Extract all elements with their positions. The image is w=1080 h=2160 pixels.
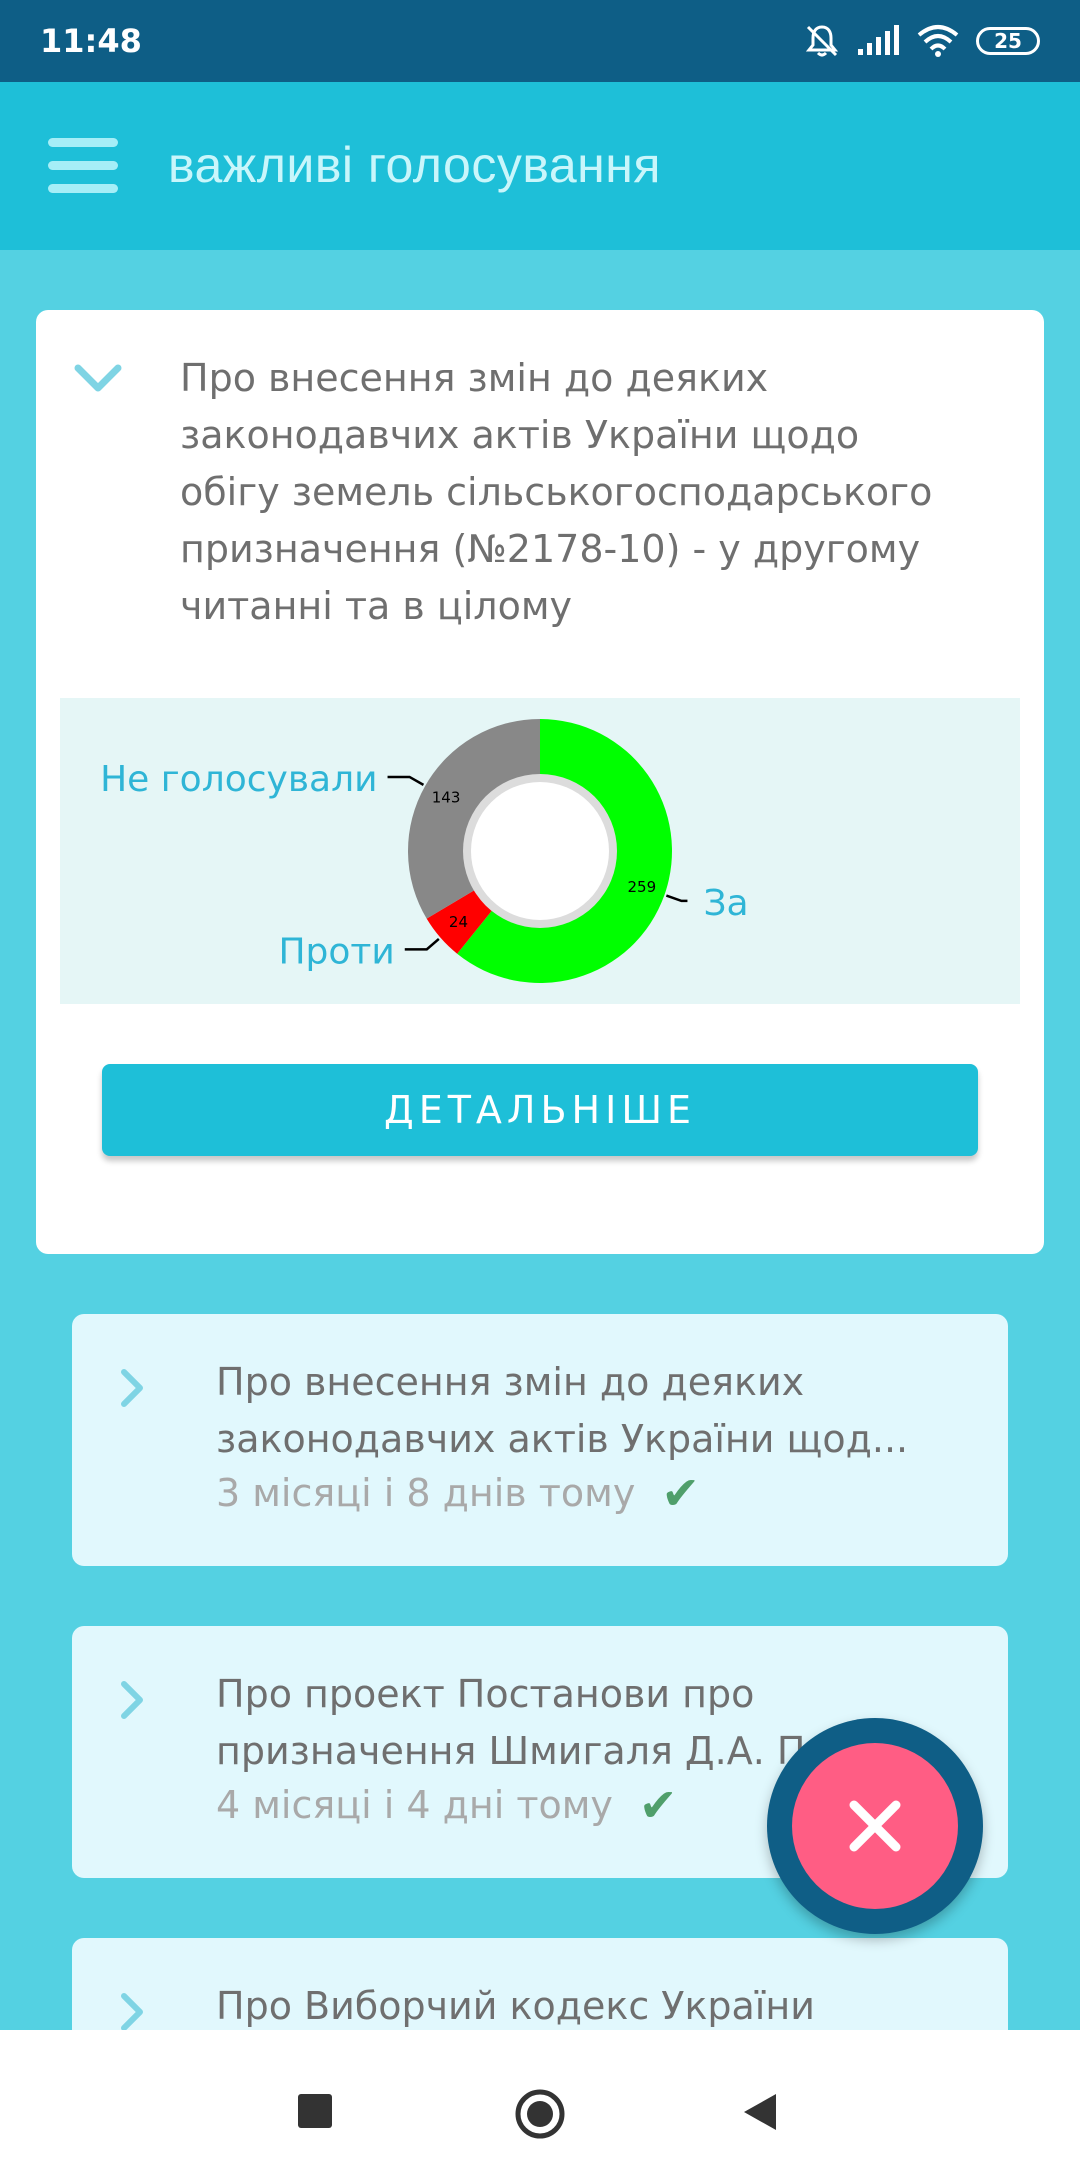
- check-icon: ✔: [661, 1466, 700, 1520]
- vote-title: Про внесення змін до деяких законодавчих…: [180, 350, 1000, 635]
- menu-icon[interactable]: [48, 138, 120, 194]
- wifi-icon: [917, 25, 959, 57]
- item-title-line: Про внесення змін до деяких: [216, 1360, 805, 1404]
- expanded-vote-card: Про внесення змін до деяких законодавчих…: [36, 310, 1044, 1254]
- home-icon[interactable]: [514, 2088, 566, 2140]
- item-title-line: законодавчих актів України щод...: [216, 1417, 909, 1461]
- leader-line: [387, 775, 425, 786]
- leader-line: [404, 937, 440, 951]
- donut-hole: [471, 782, 609, 920]
- item-title-line: Про проект Постанови про: [216, 1672, 755, 1716]
- leader-line: [665, 894, 688, 903]
- close-icon: [849, 1800, 901, 1852]
- back-icon[interactable]: [742, 2092, 778, 2132]
- page-title: важливі голосування: [168, 137, 661, 193]
- chevron-right-icon: [121, 1993, 143, 2031]
- data-label: 24: [449, 913, 468, 931]
- chevron-right-icon: [121, 1681, 143, 1719]
- close-fab-button[interactable]: [792, 1743, 958, 1909]
- legend-label: За: [703, 883, 748, 924]
- app-bar: важливі голосування: [0, 82, 1080, 250]
- status-bar: 11:48 25: [0, 0, 1080, 82]
- item-title-line: Про Виборчий кодекс України: [216, 1984, 815, 2028]
- vote-title-line: законодавчих актів України щодо: [180, 413, 860, 457]
- item-date-row: 4 місяці і 4 дні тому ✔: [216, 1778, 677, 1832]
- item-date-row: 3 місяці і 8 днів тому ✔: [216, 1466, 700, 1520]
- vote-title-line: читанні та в цілому: [180, 584, 572, 628]
- bell-muted-icon: [805, 25, 839, 57]
- legend-label: Проти: [278, 931, 394, 972]
- item-date: 4 місяці і 4 дні тому: [216, 1783, 613, 1827]
- chevron-down-icon[interactable]: [70, 358, 126, 398]
- signal-icon: [858, 25, 899, 55]
- data-label: 259: [628, 878, 657, 896]
- donut-chart: 259 За 24 Проти 143 Не голосували: [100, 719, 749, 983]
- list-item[interactable]: Про внесення змін до деяких законодавчих…: [72, 1314, 1008, 1566]
- vote-results-chart: 259 За 24 Проти 143 Не голосували: [60, 698, 1020, 1004]
- item-title: Про внесення змін до деяких законодавчих…: [216, 1354, 956, 1468]
- item-date: 3 місяці і 8 днів тому: [216, 1471, 636, 1515]
- status-time: 11:48: [40, 22, 142, 60]
- vote-title-line: призначення (№2178-10) - у другому: [180, 527, 921, 571]
- recents-icon[interactable]: [298, 2094, 332, 2128]
- legend-label: Не голосували: [100, 759, 377, 800]
- data-label: 143: [432, 789, 461, 807]
- vote-title-line: обігу земель сільськогосподарського: [180, 470, 933, 514]
- battery-icon: 25: [976, 27, 1040, 55]
- item-title: Про Виборчий кодекс України: [216, 1978, 956, 2035]
- system-nav-bar: [0, 2030, 1080, 2160]
- status-icons: 25: [804, 18, 1040, 64]
- details-button[interactable]: ДЕТАЛЬНІШЕ: [102, 1064, 978, 1156]
- chevron-right-icon: [121, 1369, 143, 1407]
- check-icon: ✔: [638, 1778, 678, 1832]
- vote-title-line: Про внесення змін до деяких: [180, 356, 769, 400]
